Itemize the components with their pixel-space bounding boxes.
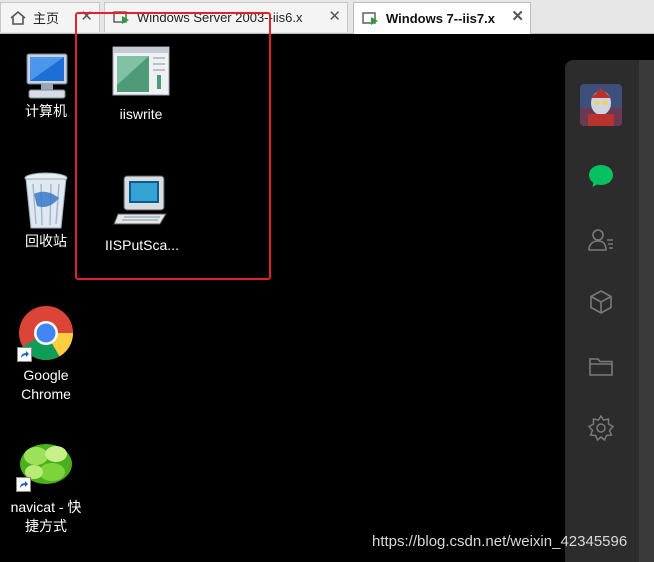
shortcut-arrow-icon (16, 477, 31, 492)
navicat-label-line1: navicat - 快 (10, 499, 82, 515)
recycle-bin-label: 回收站 (25, 233, 67, 249)
recycle-bin-icon (24, 172, 68, 229)
chat-sidebar (565, 60, 654, 562)
computer-icon (26, 53, 68, 99)
computer-label: 计算机 (25, 103, 67, 119)
navicat-label-line2: 捷方式 (25, 518, 67, 534)
home-icon (10, 10, 26, 25)
highlight-frame (75, 12, 271, 280)
cube-icon[interactable] (587, 288, 615, 316)
chat-icon[interactable] (587, 162, 615, 190)
chrome-label-line2: Chrome (21, 386, 71, 402)
avatar[interactable] (580, 84, 622, 126)
folder-icon[interactable] (587, 352, 615, 380)
close-icon[interactable]: ✕ (511, 9, 524, 25)
sidebar-divider (639, 60, 654, 562)
contacts-icon[interactable] (587, 226, 615, 254)
chrome-label-line1: Google (23, 367, 69, 383)
tab-windows-7-label: Windows 7--iis7.x (386, 11, 495, 26)
miniprogram-icon[interactable] (587, 414, 615, 442)
desktop-icon-navicat[interactable]: navicat - 快 捷方式 (0, 436, 92, 536)
desktop-icon-google-chrome[interactable]: Google Chrome (10, 304, 82, 404)
tab-windows-7[interactable]: Windows 7--iis7.x ✕ (353, 2, 531, 34)
desktop-icon-computer[interactable]: 计算机 (10, 50, 82, 121)
watermark-text: https://blog.csdn.net/weixin_42345596 (372, 533, 628, 550)
vm-icon (362, 11, 378, 25)
shortcut-arrow-icon (17, 347, 32, 362)
desktop-icon-recycle-bin[interactable]: 回收站 (10, 170, 82, 251)
tab-home-label: 主页 (33, 11, 60, 26)
close-icon[interactable]: ✕ (328, 9, 341, 25)
